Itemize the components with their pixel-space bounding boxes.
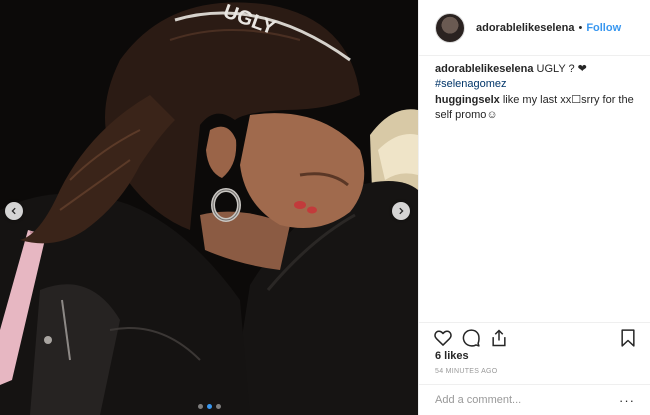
comment-icon — [462, 329, 480, 347]
comment-input[interactable] — [435, 394, 615, 406]
slide-indicator — [0, 404, 418, 409]
slide-dot-active — [206, 404, 212, 409]
post-photo: UGLY — [0, 0, 418, 415]
comment-item: huggingselx like my last xx☐srry for the… — [435, 93, 641, 123]
caption-hashtag[interactable]: #selenagomez — [435, 78, 507, 90]
comment-username[interactable]: huggingselx — [435, 94, 500, 106]
share-icon — [492, 329, 506, 347]
comment-button[interactable] — [461, 328, 481, 348]
post-header: adorablelikeselena • Follow — [419, 0, 650, 56]
like-count[interactable]: 6 likes — [435, 350, 469, 362]
previous-slide-button[interactable] — [5, 202, 23, 220]
chevron-left-icon — [11, 207, 16, 215]
post-media[interactable]: UGLY — [0, 0, 418, 415]
action-bar — [419, 322, 650, 350]
save-button[interactable] — [618, 328, 638, 348]
more-options-icon[interactable]: ··· — [619, 393, 635, 408]
like-button[interactable] — [433, 328, 453, 348]
header-username[interactable]: adorablelikeselena — [476, 22, 574, 34]
header-separator: • — [578, 21, 583, 34]
slide-dot — [197, 404, 203, 409]
post-timestamp[interactable]: 54 MINUTES AGO — [435, 368, 498, 375]
comments-list: adorablelikeselena UGLY ? ❤ #selenagomez… — [435, 62, 641, 123]
next-slide-button[interactable] — [392, 202, 410, 220]
caption: adorablelikeselena UGLY ? ❤ #selenagomez — [435, 62, 641, 92]
slide-dot — [215, 404, 221, 409]
caption-text: UGLY ? ❤ — [536, 63, 587, 75]
caption-username[interactable]: adorablelikeselena — [435, 63, 533, 75]
comment-composer: ··· — [419, 384, 650, 415]
avatar[interactable] — [435, 12, 465, 43]
bookmark-icon — [621, 329, 635, 347]
share-button[interactable] — [489, 328, 509, 348]
post-sidebar: adorablelikeselena • Follow adorablelike… — [418, 0, 650, 415]
chevron-right-icon — [399, 207, 404, 215]
heart-icon — [434, 330, 452, 346]
follow-button[interactable]: Follow — [586, 22, 621, 34]
